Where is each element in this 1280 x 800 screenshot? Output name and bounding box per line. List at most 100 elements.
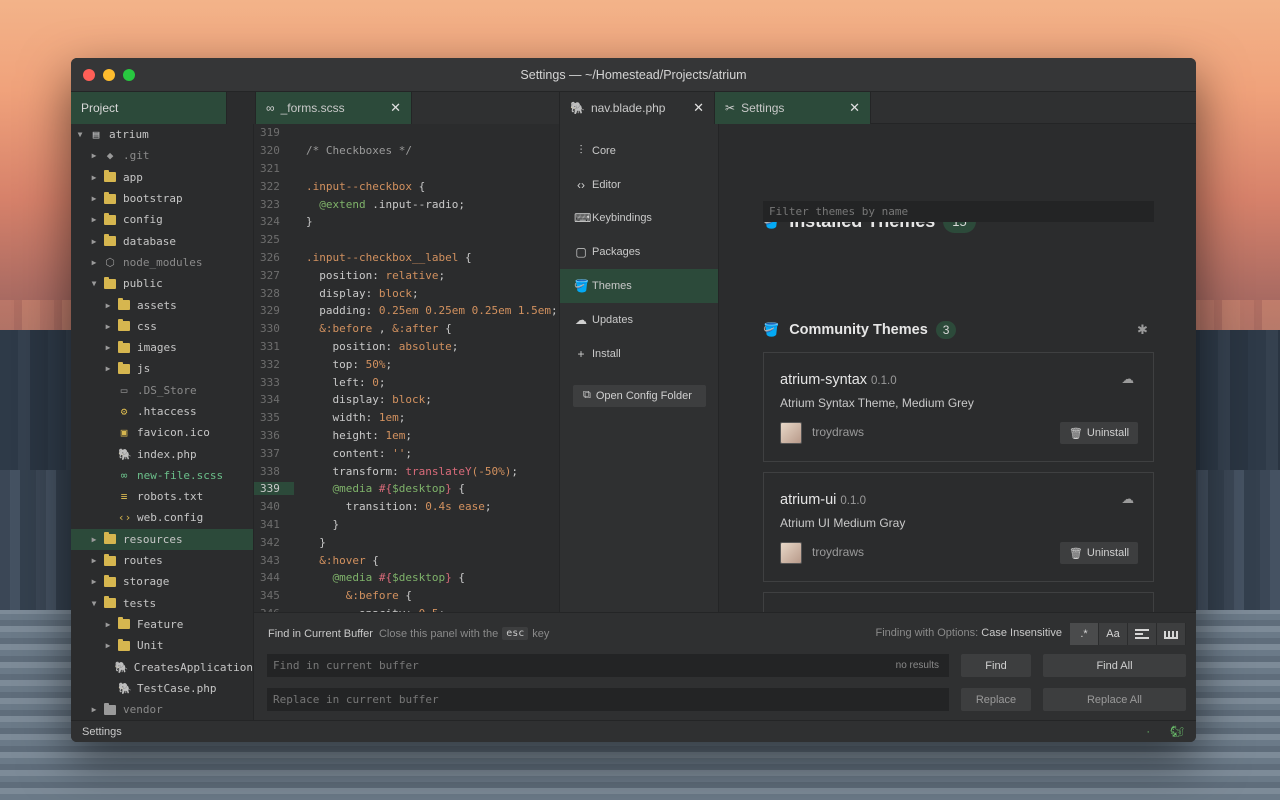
code-line[interactable]: 335 width: 1em; xyxy=(254,409,559,427)
code-line[interactable]: 344 @media #{$desktop} { xyxy=(254,569,559,587)
folder-icon xyxy=(118,340,130,353)
settings-nav-themes[interactable]: 🪣 Themes xyxy=(560,269,718,303)
close-icon[interactable]: ✕ xyxy=(693,100,704,116)
code-line[interactable]: 331 position: absolute; xyxy=(254,338,559,356)
settings-nav-keybindings[interactable]: ⌨ Keybindings xyxy=(560,202,718,236)
tree-item[interactable]: ▶ js xyxy=(71,358,253,379)
tab-settings[interactable]: ✂ Settings ✕ xyxy=(715,92,871,124)
code-line[interactable]: 343 &:hover { xyxy=(254,551,559,569)
find-button[interactable]: Find xyxy=(961,654,1031,677)
tree-item[interactable]: ▼ tests xyxy=(71,593,253,614)
tree-item[interactable]: ▶ ⬡ node_modules xyxy=(71,252,253,273)
code-line[interactable]: 342 } xyxy=(254,533,559,551)
settings-nav-updates[interactable]: ☁ Updates xyxy=(560,303,718,337)
tree-item[interactable]: ▶ Feature xyxy=(71,614,253,635)
code-line[interactable]: 324} xyxy=(254,213,559,231)
code-line[interactable]: 332 top: 50%; xyxy=(254,355,559,373)
code-line[interactable]: 334 display: block; xyxy=(254,391,559,409)
code-line[interactable]: 321 xyxy=(254,160,559,178)
package-card[interactable]: firewatch-syntax1.1.1A firewatch inspire… xyxy=(763,592,1154,612)
open-config-folder-button[interactable]: ⧉ Open Config Folder xyxy=(573,384,706,407)
tree-item[interactable]: 🐘 TestCase.php xyxy=(71,678,253,699)
code-line[interactable]: 328 display: block; xyxy=(254,284,559,302)
package-card[interactable]: atrium-ui 0.1.0 Atrium UI Medium Gray ☁ troy… xyxy=(763,472,1154,582)
filter-themes-input[interactable]: Filter themes by name xyxy=(763,201,1154,222)
package-author[interactable]: troydraws xyxy=(812,545,864,559)
settings-nav-editor[interactable]: ‹› Editor xyxy=(560,168,718,202)
settings-nav-packages[interactable]: ▢ Packages xyxy=(560,235,718,269)
folder-icon xyxy=(104,702,116,715)
code-line[interactable]: 336 height: 1em; xyxy=(254,427,559,445)
code-line[interactable]: 326 .input--checkbox__label { xyxy=(254,249,559,267)
uninstall-button[interactable]: 🗑 Uninstall xyxy=(1060,422,1138,444)
tree-item[interactable]: ‹› web.config xyxy=(71,507,253,528)
squirrel-icon[interactable]: 🐿 xyxy=(1170,725,1184,738)
settings-nav-install[interactable]: + Install xyxy=(560,337,718,371)
code-line[interactable]: 346 opacity: 0.5; xyxy=(254,605,559,612)
code-line[interactable]: 337 content: ''; xyxy=(254,444,559,462)
regex-toggle[interactable]: .* xyxy=(1070,623,1099,645)
settings-nav-core[interactable]: ⫶ Core xyxy=(560,134,718,168)
tree-item[interactable]: ∞ new-file.scss xyxy=(71,465,253,486)
tree-item[interactable]: 🐘 CreatesApplication xyxy=(71,656,253,677)
code-line[interactable]: 339 @media #{$desktop} { xyxy=(254,480,559,498)
replace-input[interactable]: Replace in current buffer xyxy=(267,688,949,711)
find-input[interactable]: Find in current buffer no results xyxy=(267,654,949,677)
package-author[interactable]: troydraws xyxy=(812,425,864,439)
replace-button[interactable]: Replace xyxy=(961,688,1031,711)
tree-item[interactable]: ▼ ▤ atrium xyxy=(71,124,253,145)
tree-item[interactable]: ▶ assets xyxy=(71,294,253,315)
whole-word-toggle[interactable] xyxy=(1157,623,1186,645)
tree-item[interactable]: ▶ config xyxy=(71,209,253,230)
tree-item[interactable]: ▶ ◆ .git xyxy=(71,145,253,166)
code-line[interactable]: 320 /* Checkboxes */ xyxy=(254,142,559,160)
code-line[interactable]: 333 left: 0; xyxy=(254,373,559,391)
tab-project[interactable]: Project xyxy=(71,92,227,124)
code-line[interactable]: 322 .input--checkbox { xyxy=(254,177,559,195)
code-line[interactable]: 338 transform: translateY(-50%); xyxy=(254,462,559,480)
code-line[interactable]: 323 @extend .input--radio; xyxy=(254,195,559,213)
tree-item[interactable]: ⚙ .htaccess xyxy=(71,401,253,422)
code-icon: ‹› xyxy=(118,511,132,525)
close-window-button[interactable] xyxy=(83,68,95,81)
tree-item[interactable]: ▶ css xyxy=(71,316,253,337)
selection-only-toggle[interactable] xyxy=(1128,623,1157,645)
zoom-window-button[interactable] xyxy=(123,68,135,81)
tree-item[interactable]: ▶ app xyxy=(71,167,253,188)
close-icon[interactable]: ✕ xyxy=(849,100,860,116)
minimize-window-button[interactable] xyxy=(103,68,115,81)
code-line[interactable]: 327 position: relative; xyxy=(254,266,559,284)
code-line[interactable]: 341 } xyxy=(254,516,559,534)
tree-item[interactable]: ▶ storage xyxy=(71,571,253,592)
find-all-button[interactable]: Find All xyxy=(1043,654,1186,677)
package-card[interactable]: atrium-syntax 0.1.0 Atrium Syntax Theme, M… xyxy=(763,352,1154,462)
code-editor[interactable]: 319 320 /* Checkboxes */ 321 322 .input--chec… xyxy=(254,124,559,612)
tree-item[interactable]: ▶ Unit xyxy=(71,635,253,656)
tree-item[interactable]: ▼ public xyxy=(71,273,253,294)
tree-item[interactable]: 🐘 index.php xyxy=(71,443,253,464)
find-header: Find in Current Buffer Close this panel … xyxy=(268,627,549,640)
code-line[interactable]: 330 &:before , &:after { xyxy=(254,320,559,338)
tree-item[interactable]: ▶ database xyxy=(71,230,253,251)
tab-forms-scss[interactable]: ∞ _forms.scss ✕ xyxy=(256,92,412,124)
close-icon[interactable]: ✕ xyxy=(390,100,401,116)
scss-icon: ∞ xyxy=(266,101,275,115)
code-line[interactable]: 340 transition: 0.4s ease; xyxy=(254,498,559,516)
uninstall-button[interactable]: 🗑 Uninstall xyxy=(1060,542,1138,564)
code-line[interactable]: 345 &:before { xyxy=(254,587,559,605)
tree-item[interactable]: ≡ robots.txt xyxy=(71,486,253,507)
code-line[interactable]: 325 xyxy=(254,231,559,249)
gear-icon[interactable]: ✱ xyxy=(1137,322,1148,338)
case-sensitive-toggle[interactable]: Aa xyxy=(1099,623,1128,645)
tree-item[interactable]: ▶ bootstrap xyxy=(71,188,253,209)
code-line[interactable]: 319 xyxy=(254,124,559,142)
tab-nav-blade[interactable]: 🐘 nav.blade.php ✕ xyxy=(560,92,715,124)
tree-item[interactable]: ▶ images xyxy=(71,337,253,358)
tree-item[interactable]: ▣ favicon.ico xyxy=(71,422,253,443)
tree-item[interactable]: ▶ resources xyxy=(71,528,253,550)
tree-item[interactable]: ▶ routes xyxy=(71,550,253,571)
replace-all-button[interactable]: Replace All xyxy=(1043,688,1186,711)
code-line[interactable]: 329 padding: 0.25em 0.25em 0.25em 1.5em; xyxy=(254,302,559,320)
tree-item[interactable]: ▶ vendor xyxy=(71,699,253,720)
tree-item[interactable]: ▭ .DS_Store xyxy=(71,380,253,401)
